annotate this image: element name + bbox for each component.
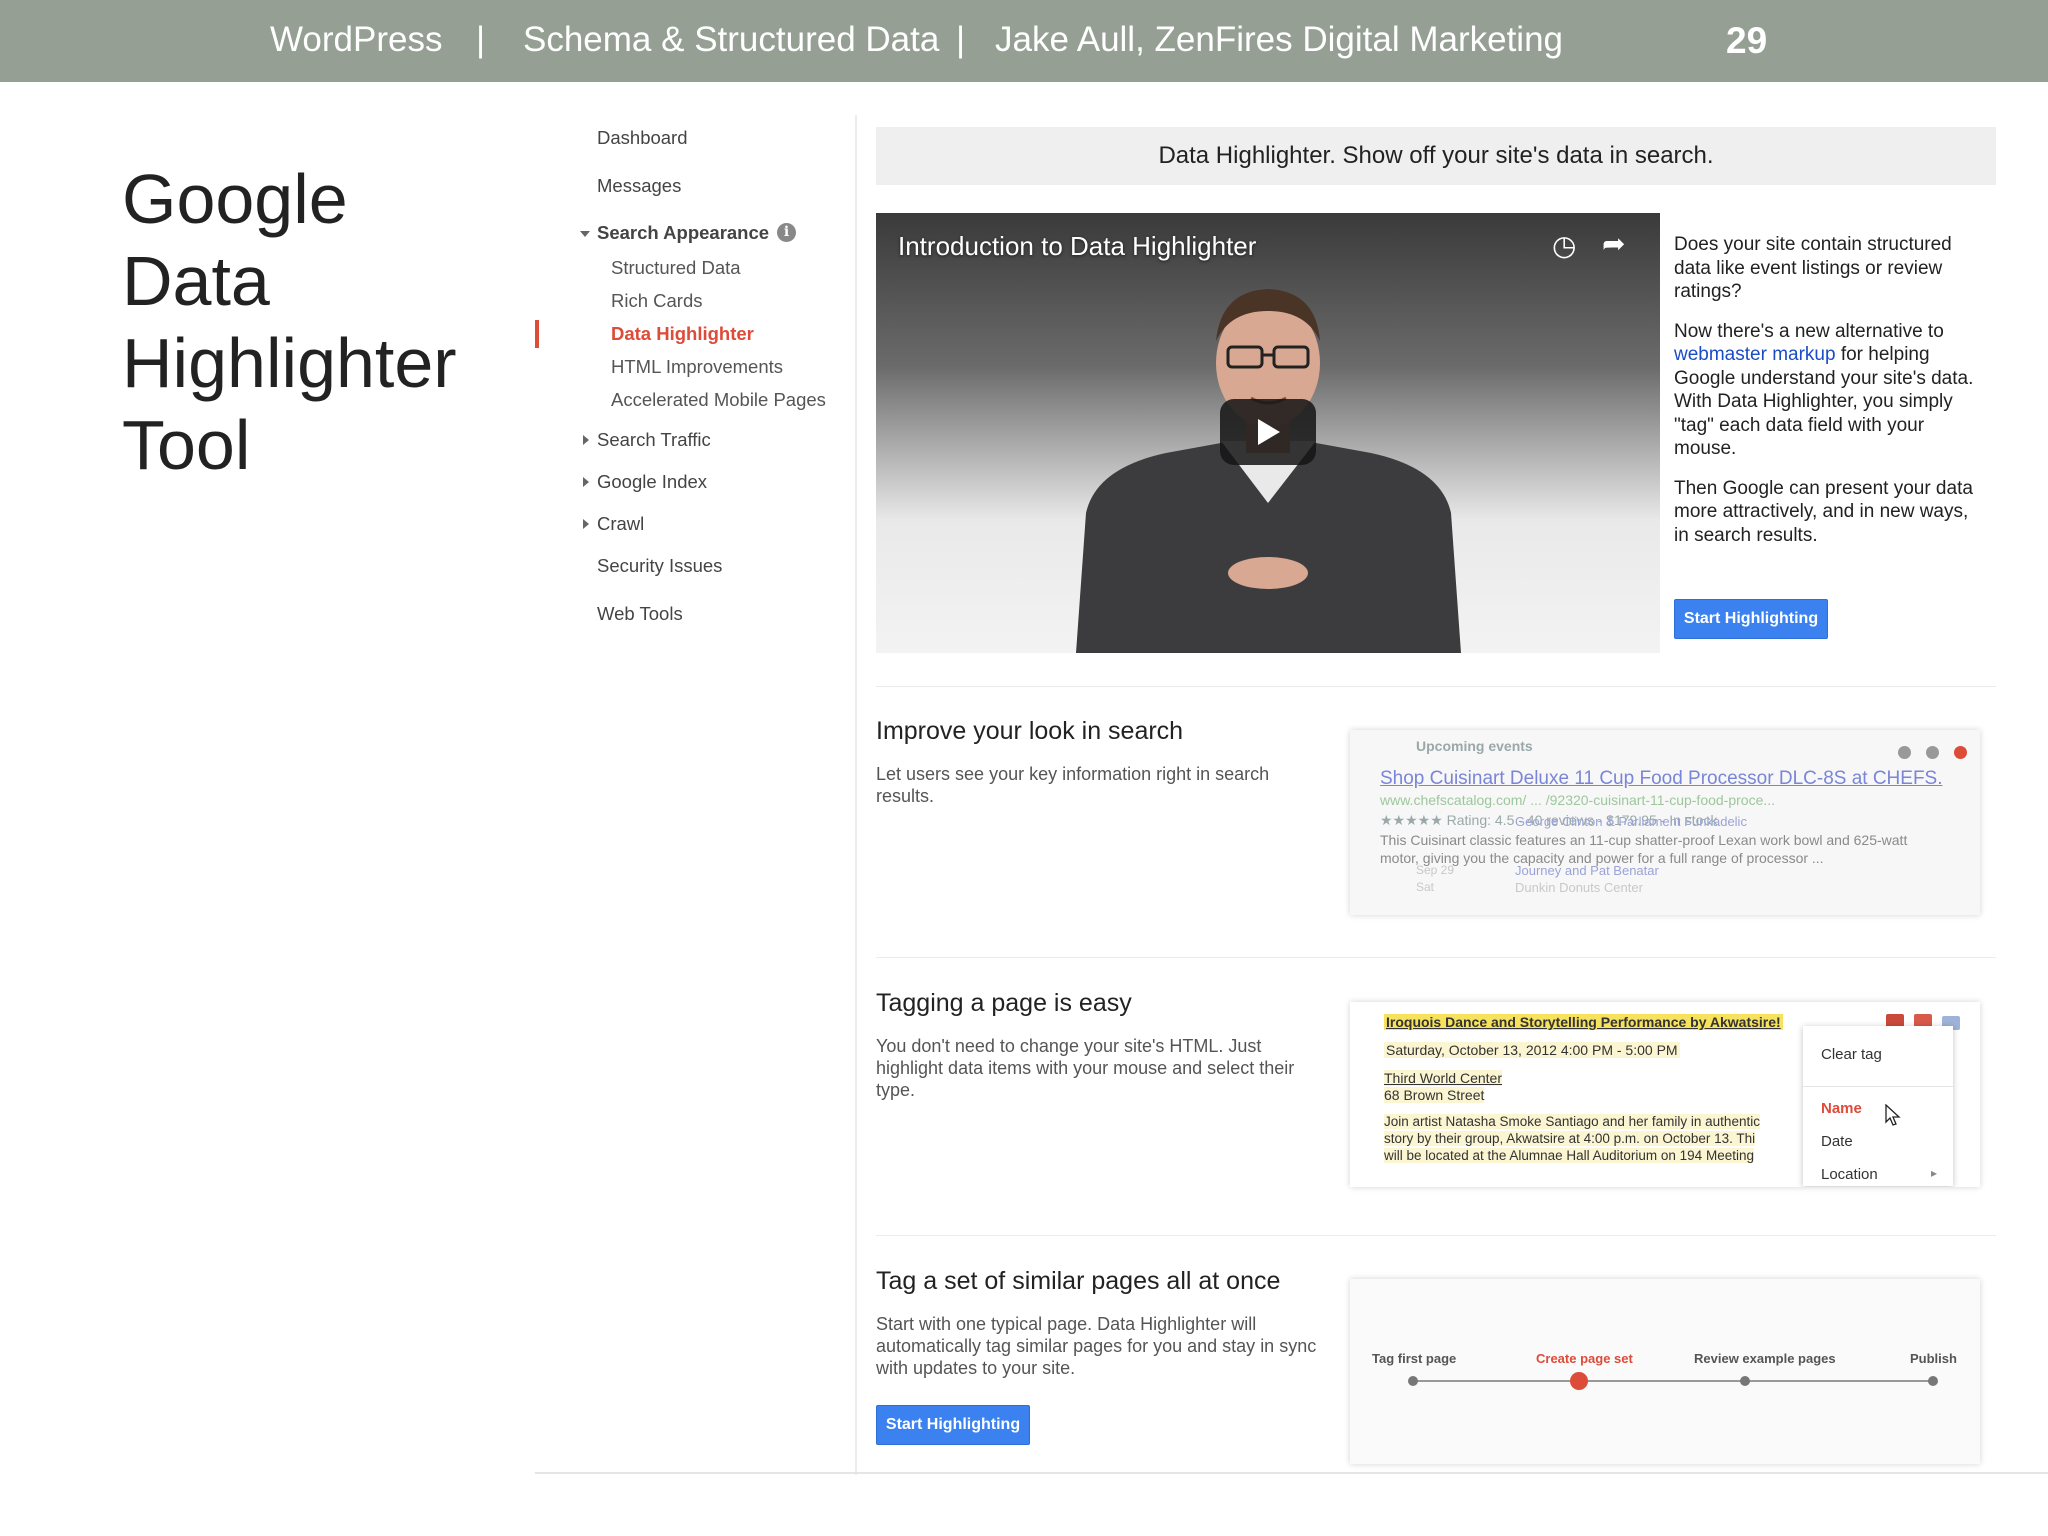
intro-video-player[interactable]: Introduction to Data Highlighter ◷ ➦ [876, 213, 1660, 653]
sidebar-item-messages[interactable]: Messages [597, 175, 681, 197]
step-dot [1928, 1376, 1938, 1386]
sidebar-item-amp[interactable]: Accelerated Mobile Pages [611, 389, 826, 411]
section-divider [876, 957, 1996, 958]
page-set-steps-image: Tag first page Create page set Review ex… [1350, 1279, 1980, 1464]
sidebar-item-web-tools[interactable]: Web Tools [597, 603, 683, 625]
slide-title: Google Data Highlighter Tool [122, 158, 457, 486]
sidebar-item-search-appearance[interactable]: Search Appearance [597, 222, 769, 244]
event-body-text: Join artist Natasha Smoke Santiago and h… [1384, 1114, 1760, 1129]
highlighted-event-title: Iroquois Dance and Storytelling Performa… [1384, 1014, 1783, 1030]
menu-item-location[interactable]: Location [1821, 1166, 1878, 1183]
event-body-text: story by their group, Akwatsire at 4:00 … [1384, 1131, 1756, 1146]
data-highlighter-main: Data Highlighter. Show off your site's d… [876, 127, 1996, 1477]
event-body-text: will be located at the Alumnae Hall Audi… [1384, 1148, 1754, 1163]
sidebar-item-html-improvements[interactable]: HTML Improvements [611, 356, 783, 378]
slide-title-line: Highlighter [122, 324, 457, 402]
result-url: www.chefscatalog.com/ ... /92320-cuisina… [1380, 792, 1776, 808]
sidebar-item-search-traffic[interactable]: Search Traffic [597, 429, 711, 451]
step-label: Publish [1910, 1351, 1957, 1366]
sidebar-item-data-highlighter[interactable]: Data Highlighter [611, 323, 754, 345]
progress-line [1412, 1380, 1932, 1382]
slide-title-line: Google [122, 160, 348, 238]
description-paragraph: Then Google can present your data more a… [1674, 477, 1973, 546]
start-highlighting-button[interactable]: Start Highlighting [1674, 599, 1828, 639]
description-paragraph: Does your site contain structured data l… [1674, 234, 1952, 302]
event-venue: Dunkin Donuts Center [1515, 880, 1643, 895]
sidebar-item-crawl[interactable]: Crawl [597, 513, 644, 535]
menu-item-name[interactable]: Name [1821, 1100, 1862, 1117]
menu-item-date[interactable]: Date [1821, 1133, 1853, 1150]
chevron-right-icon[interactable] [583, 435, 589, 445]
page-bottom-border [535, 1472, 2048, 1474]
event-item: Journey and Pat Benatar [1515, 863, 1659, 878]
sidebar-item-google-index[interactable]: Google Index [597, 471, 707, 493]
play-icon[interactable] [1220, 399, 1316, 465]
event-date: Sep 29 [1416, 863, 1455, 877]
start-highlighting-button[interactable]: Start Highlighting [876, 1405, 1030, 1445]
slide-title-line: Tool [122, 406, 251, 484]
section-text: You don't need to change your site's HTM… [876, 1036, 1295, 1100]
result-snippet: This Cuisinart classic features an 11-cu… [1380, 832, 1908, 848]
menu-item-clear-tag[interactable]: Clear tag [1821, 1046, 1882, 1063]
sidebar-item-dashboard[interactable]: Dashboard [597, 127, 688, 149]
step-label: Review example pages [1694, 1351, 1836, 1366]
submenu-arrow-icon: ▸ [1931, 1166, 1938, 1180]
header-author: Jake Aull, ZenFires Digital Marketing [995, 20, 1563, 59]
carousel-dot[interactable] [1954, 746, 1967, 759]
event-date-text: Saturday, October 13, 2012 4:00 PM - 5:0… [1384, 1042, 1680, 1058]
step-dot-active [1570, 1372, 1588, 1390]
section-text: Start with one typical page. Data Highli… [876, 1314, 1317, 1378]
step-label-active: Create page set [1536, 1351, 1633, 1366]
sidebar-item-rich-cards[interactable]: Rich Cards [611, 290, 703, 312]
search-preview-image: Upcoming events Shop Cuisinart Deluxe 11… [1350, 730, 1980, 915]
description-paragraph: Now there's a new alternative to webmast… [1674, 320, 1984, 461]
page-number: 29 [1726, 20, 1768, 61]
section-title: Tagging a page is easy [876, 989, 1132, 1017]
sidebar-item-security-issues[interactable]: Security Issues [597, 555, 722, 577]
event-item: George Clinton & Parliament Funkadelic [1515, 814, 1747, 829]
intro-description: Does your site contain structured data l… [1674, 233, 1984, 563]
header-platform: WordPress [270, 20, 443, 59]
tag-type-menu: Clear tag Name Date Location ▸ [1803, 1026, 1953, 1186]
sidebar-item-structured-data[interactable]: Structured Data [611, 257, 741, 279]
share-icon[interactable]: ➦ [1602, 227, 1625, 260]
carousel-dot[interactable] [1926, 746, 1939, 759]
page-banner: Data Highlighter. Show off your site's d… [876, 127, 1996, 185]
watch-later-icon[interactable]: ◷ [1552, 229, 1576, 262]
section-divider [876, 686, 1996, 687]
header-separator: | [956, 20, 966, 59]
venue-street-text: 68 Brown Street [1384, 1087, 1485, 1103]
info-icon[interactable]: i [777, 223, 796, 242]
upcoming-events-label: Upcoming events [1416, 738, 1533, 754]
step-label: Tag first page [1372, 1351, 1457, 1366]
chevron-down-icon[interactable] [580, 231, 590, 237]
section-text: Let users see your key information right… [876, 764, 1270, 806]
section-title: Improve your look in search [876, 717, 1184, 745]
carousel-dot[interactable] [1898, 746, 1911, 759]
header-topic: Schema & Structured Data [523, 20, 940, 59]
step-dot [1740, 1376, 1750, 1386]
result-title-link[interactable]: Shop Cuisinart Deluxe 11 Cup Food Proces… [1380, 768, 1943, 790]
section-divider [876, 1235, 1996, 1236]
chevron-right-icon[interactable] [583, 477, 589, 487]
section-title: Tag a set of similar pages all at once [876, 1267, 1281, 1295]
chevron-right-icon[interactable] [583, 519, 589, 529]
slide-header: WordPress | Schema & Structured Data | J… [0, 0, 2048, 82]
active-indicator [535, 320, 539, 348]
header-separator: | [476, 20, 486, 59]
video-title: Introduction to Data Highlighter [898, 231, 1257, 261]
event-date: Sat [1416, 880, 1435, 894]
venue-name-text: Third World Center [1384, 1070, 1503, 1086]
tagging-preview-image: Iroquois Dance and Storytelling Performa… [1350, 1002, 1980, 1187]
cursor-icon [1885, 1104, 1901, 1126]
slide-title-line: Data [122, 242, 270, 320]
menu-divider [1803, 1086, 1953, 1087]
webmaster-markup-link[interactable]: webmaster markup [1674, 344, 1836, 365]
description-text: Now there's a new alternative to [1674, 320, 1944, 342]
step-dot [1408, 1376, 1418, 1386]
search-console-sidebar [535, 115, 857, 1475]
